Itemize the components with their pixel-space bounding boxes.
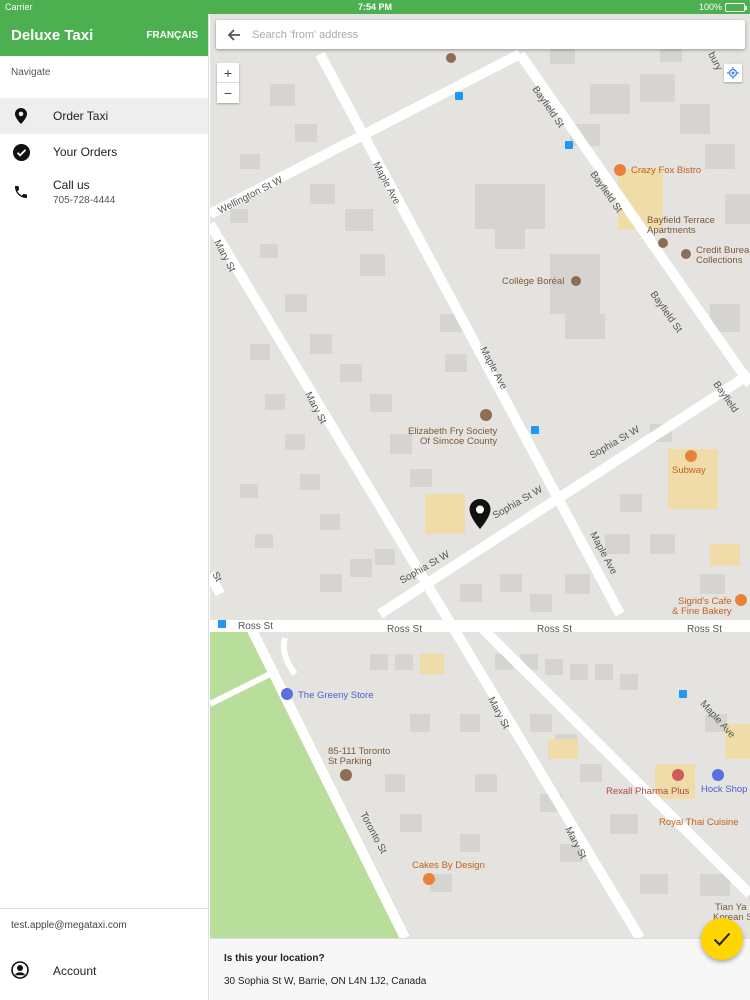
sidebar-header: Deluxe Taxi FRANÇAIS — [0, 14, 208, 56]
search-bar — [216, 20, 745, 49]
street-label: bury — [705, 50, 724, 72]
phone-number: 705-728-4444 — [53, 195, 116, 206]
place-label: Collège Boréal — [502, 276, 564, 287]
app-title: Deluxe Taxi — [11, 26, 94, 44]
place-label: Apartments — [647, 225, 696, 236]
place-label: & Fine Bakery — [672, 606, 732, 617]
place-label: Collections — [696, 255, 743, 266]
place-label: Crazy Fox Bistro — [631, 165, 701, 176]
place-label: Royal Thai Cuisine — [659, 817, 739, 828]
location-confirm-panel: Is this your location? 30 Sophia St W, B… — [210, 938, 750, 1000]
my-location-icon[interactable] — [724, 64, 742, 82]
sidebar-item-label: Call us — [53, 178, 90, 192]
sidebar-item-call-us[interactable]: Call us 705-728-4444 — [0, 170, 208, 220]
sidebar-item-order-taxi[interactable]: Order Taxi — [0, 98, 208, 134]
call-us-text: Call us 705-728-4444 — [53, 178, 115, 206]
street-label: Ross St — [537, 624, 572, 635]
map-canvas: Wellington St W Maple Ave Maple Ave Mapl… — [210, 44, 750, 938]
battery-percent: 100% — [698, 2, 722, 12]
battery-status: 100% — [698, 2, 747, 12]
zoom-controls: + − — [217, 63, 239, 103]
account-label: Account — [53, 964, 97, 978]
language-button[interactable]: FRANÇAIS — [146, 30, 198, 41]
zoom-out-button[interactable]: − — [217, 83, 239, 103]
clock: 7:54 PM — [357, 2, 392, 12]
street-label: Ross St — [387, 624, 422, 635]
sidebar: Deluxe Taxi FRANÇAIS Navigate Order Taxi… — [0, 14, 209, 1000]
street-label: Bayfield St — [648, 289, 685, 335]
place-label: Hock Shop — [701, 784, 747, 795]
place-label: The Greeny Store — [298, 690, 374, 701]
confirm-question: Is this your location? — [224, 953, 325, 964]
nav-heading: Navigate — [11, 67, 51, 78]
street-label: Maple Ave — [698, 699, 738, 741]
user-email: test.apple@megataxi.com — [11, 920, 127, 931]
sidebar-item-label: Order Taxi — [53, 109, 109, 123]
place-label: St Parking — [328, 756, 372, 767]
street-label: Ross St — [238, 621, 273, 632]
place-label: Cakes By Design — [412, 860, 485, 871]
place-label: Rexall Pharma Plus — [606, 786, 690, 797]
confirm-location-button[interactable] — [701, 918, 743, 960]
sidebar-item-label: Your Orders — [53, 145, 118, 159]
check-circle-icon — [11, 142, 31, 162]
status-bar: Carrier 7:54 PM 100% — [0, 0, 750, 14]
place-label: Subway — [672, 465, 706, 476]
confirm-address: 30 Sophia St W, Barrie, ON L4N 1J2, Cana… — [224, 976, 427, 987]
location-pin-icon — [11, 106, 31, 126]
battery-icon — [725, 2, 747, 12]
checkmark-icon — [713, 932, 731, 946]
back-arrow-icon[interactable] — [216, 20, 252, 49]
map-view[interactable]: Wellington St W Maple Ave Maple Ave Mapl… — [210, 14, 750, 938]
zoom-in-button[interactable]: + — [217, 63, 239, 83]
account-icon — [11, 961, 31, 981]
park-area — [210, 629, 405, 938]
location-marker-icon[interactable] — [467, 498, 493, 530]
phone-icon — [11, 182, 31, 202]
place-label: Of Simcoe County — [420, 436, 497, 447]
sidebar-footer: test.apple@megataxi.com Account — [0, 908, 208, 1000]
sidebar-item-your-orders[interactable]: Your Orders — [0, 134, 208, 170]
street-label: Wellington St W — [216, 174, 285, 216]
search-input[interactable] — [252, 28, 745, 41]
street-label: Ross St — [687, 624, 722, 635]
account-button[interactable]: Account — [0, 951, 208, 991]
